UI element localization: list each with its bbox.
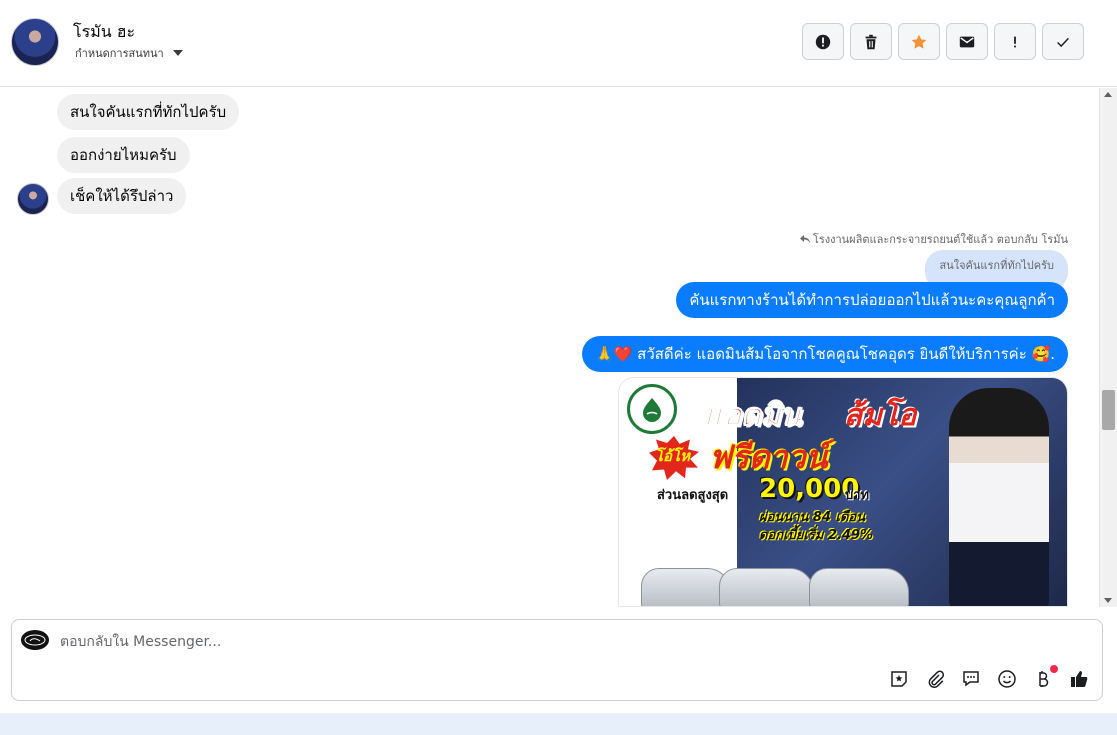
promo-presenter-figure	[949, 388, 1049, 606]
promo-title-right: ส้มโอ	[844, 398, 917, 433]
caret-down-icon	[172, 50, 183, 56]
contact-avatar[interactable]	[11, 18, 59, 66]
incoming-message[interactable]: เช็คให้ได้รึปล่าว	[57, 178, 187, 214]
reply-arrow-icon	[799, 235, 810, 243]
promo-discount-label: ส่วนลดสูงสุด	[657, 488, 729, 503]
promo-car-figure	[641, 568, 731, 606]
payment-button[interactable]	[1032, 665, 1058, 690]
contact-name[interactable]: โรมัน ฮะ	[73, 20, 135, 45]
exclamation-icon	[1014, 36, 1016, 47]
done-button[interactable]	[1042, 23, 1084, 60]
promo-rate: ดอกเบี้ยเริ่ม 2.49%	[759, 528, 874, 543]
header-toolbar	[802, 23, 1084, 60]
envelope-icon	[959, 36, 975, 47]
star-icon	[911, 34, 927, 49]
composer-toolbar	[888, 665, 1090, 690]
reply-composer	[11, 619, 1103, 701]
payment-icon	[1039, 671, 1049, 687]
scroll-down-arrow-icon[interactable]	[1104, 598, 1112, 603]
notification-dot	[1050, 665, 1058, 673]
contact-avatar-small[interactable]	[17, 183, 49, 215]
incoming-message[interactable]: ออกง่ายไหมครับ	[57, 137, 190, 173]
page-footer-strip	[0, 713, 1117, 735]
saved-reply-icon	[963, 671, 979, 687]
promo-exclaim: โอ้โห	[655, 447, 691, 465]
message-thread[interactable]: สนใจคันแรกที่ทักไปครับ ออกง่ายไหมครับ เช…	[0, 88, 1099, 607]
emoji-icon	[998, 670, 1016, 688]
scroll-up-arrow-icon[interactable]	[1104, 92, 1112, 97]
promo-truck-figure	[809, 568, 909, 606]
like-icon	[1071, 671, 1088, 687]
sticker-button[interactable]	[888, 668, 910, 690]
promo-discount-unit: บาท	[845, 488, 870, 503]
alert-circle-icon	[815, 34, 831, 49]
reply-input[interactable]	[60, 630, 960, 654]
sticker-icon	[891, 671, 907, 687]
scroll-thumb[interactable]	[1102, 390, 1115, 430]
attachment-icon	[928, 670, 945, 689]
dealer-logo-icon	[627, 384, 677, 434]
trash-icon	[865, 34, 877, 49]
reply-note-text: โรงงานผลิตและกระจายรถยนต์ใช้แล้ว ตอบกลับ…	[812, 233, 1068, 246]
thread-scrollbar[interactable]	[1099, 88, 1117, 607]
spam-button[interactable]	[802, 23, 844, 60]
reply-note: โรงงานผลิตและกระจายรถยนต์ใช้แล้ว ตอบกลับ…	[799, 230, 1068, 248]
conversation-schedule-label: กำหนดการสนทนา	[75, 47, 164, 60]
promo-car-figure	[719, 568, 814, 606]
emoji-button[interactable]	[996, 668, 1018, 690]
saved-reply-button[interactable]	[960, 668, 982, 690]
star-button[interactable]	[898, 23, 940, 60]
attach-button[interactable]	[924, 668, 946, 690]
delete-button[interactable]	[850, 23, 892, 60]
mark-unread-button[interactable]	[946, 23, 988, 60]
like-button[interactable]	[1068, 668, 1090, 690]
outgoing-message[interactable]: 🙏❤️ สวัสดีค่ะ แอดมินส้มโอจากโชคคูณโชคอุด…	[582, 336, 1068, 372]
priority-button[interactable]	[994, 23, 1036, 60]
page-avatar	[21, 630, 49, 650]
check-icon	[1057, 37, 1069, 47]
conversation-schedule-dropdown[interactable]: กำหนดการสนทนา	[75, 44, 183, 62]
incoming-message[interactable]: สนใจคันแรกที่ทักไปครับ	[57, 94, 240, 130]
promo-image[interactable]: แอดมิน ส้มโอ โอ้โห ฟรีดาวน์ ส่วนลดสูงสุด…	[618, 377, 1068, 607]
conversation-header: โรมัน ฮะ กำหนดการสนทนา	[0, 0, 1117, 87]
outgoing-message[interactable]: คันแรกทางร้านได้ทำการปล่อยออกไปแล้วนะคะค…	[676, 282, 1068, 318]
messenger-inbox-view: โรมัน ฮะ กำหนดการสนทนา สนใจคันแรกที่ทักไ…	[0, 0, 1117, 735]
